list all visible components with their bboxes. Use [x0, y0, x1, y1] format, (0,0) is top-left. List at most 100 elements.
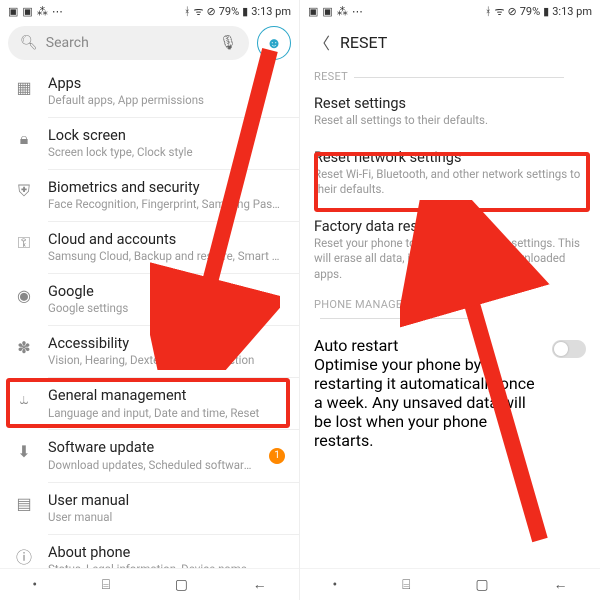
row-sub: Reset your phone to its factory default … — [314, 236, 586, 283]
settings-row-software-update[interactable]: ⬇︎ Software updateDownload updates, Sche… — [0, 430, 299, 481]
wifi-icon: ᯤ — [193, 6, 203, 17]
battery-text: 79% — [219, 5, 239, 18]
status-bar: ▣ ▣ ⁂ ⋯ ᚼ ᯤ ⊘ 79% ▮ 3:13 pm — [0, 0, 299, 22]
battery-icon: ▮ — [543, 6, 549, 17]
nav-recents-icon[interactable]: ⌸ — [102, 577, 110, 593]
reset-row-reset-settings[interactable]: Reset settings Reset all settings to the… — [300, 85, 600, 139]
row-title: Reset network settings — [314, 149, 586, 166]
row-sub: Vision, Hearing, Dexterity and interacti… — [48, 353, 285, 368]
overflow-icon: ⋯ — [352, 6, 363, 17]
page-header: 〈 RESET — [300, 22, 600, 64]
row-title: Software update — [48, 439, 255, 457]
search-row: 🔍︎ Search 🎙︎ ☻ — [0, 22, 299, 66]
row-title: Reset settings — [314, 95, 586, 112]
row-title: Cloud and accounts — [48, 231, 285, 249]
row-title: Auto restart — [314, 336, 544, 355]
wifi-icon: ᯤ — [494, 6, 504, 17]
row-title: Factory data reset — [314, 218, 586, 235]
nav-dot-icon[interactable]: • — [332, 577, 337, 593]
battery-text: 79% — [520, 5, 540, 18]
key-icon: ⚿ — [14, 233, 34, 253]
apps-icon: ▦ — [14, 77, 34, 97]
row-sub: Screen lock type, Clock style — [48, 145, 285, 160]
settings-row-lockscreen[interactable]: 🔒︎ Lock screenScreen lock type, Clock st… — [0, 118, 299, 169]
info-icon: ⓘ — [14, 546, 34, 566]
book-icon: ▤ — [14, 494, 34, 514]
settings-list: ▦ AppsDefault apps, App permissions 🔒︎ L… — [0, 66, 299, 568]
row-title: General management — [48, 387, 285, 405]
nav-home-icon[interactable]: ▢ — [175, 577, 188, 593]
clock-text: 3:13 pm — [251, 5, 291, 18]
search-placeholder: Search — [46, 35, 89, 51]
back-icon[interactable]: 〈 — [314, 30, 330, 54]
row-sub: Status, Legal information, Device name — [48, 562, 285, 568]
settings-main-screen: ▣ ▣ ⁂ ⋯ ᚼ ᯤ ⊘ 79% ▮ 3:13 pm 🔍︎ Search 🎙︎ — [0, 0, 300, 600]
nav-back-icon[interactable]: ← — [554, 576, 568, 593]
row-title: Biometrics and security — [48, 179, 285, 197]
shield-icon: ⛨ — [14, 181, 34, 201]
nav-back-icon[interactable]: ← — [253, 576, 267, 593]
row-sub: Language and input, Date and time, Reset — [48, 406, 285, 421]
row-title: User manual — [48, 492, 285, 510]
nav-bar: • ⌸ ▢ ← — [300, 568, 600, 600]
search-icon: 🔍︎ — [20, 35, 38, 51]
row-sub: Face Recognition, Fingerprint, Samsung P… — [48, 197, 285, 212]
row-title: Accessibility — [48, 335, 285, 353]
no-sim-icon: ⊘ — [508, 6, 517, 17]
overflow-icon: ⋯ — [52, 6, 63, 17]
lock-icon: 🔒︎ — [14, 129, 34, 149]
row-sub: Default apps, App permissions — [48, 93, 285, 108]
settings-row-user-manual[interactable]: ▤ User manualUser manual — [0, 483, 299, 534]
clock-text: 3:13 pm — [552, 5, 592, 18]
nav-recents-icon[interactable]: ⌸ — [402, 577, 410, 593]
row-sub: Reset all settings to their defaults. — [314, 113, 586, 129]
settings-row-general-management[interactable]: ⥿ General managementLanguage and input, … — [0, 378, 299, 429]
screenshot-icon: ▣ — [8, 6, 18, 17]
mic-icon[interactable]: 🎙︎ — [219, 35, 237, 51]
auto-restart-toggle[interactable] — [552, 340, 586, 358]
more-icon: ⁂ — [37, 6, 48, 17]
download-icon: ⬇︎ — [14, 441, 34, 461]
battery-icon: ▮ — [242, 6, 248, 17]
row-sub: Download updates, Scheduled software… — [48, 458, 255, 473]
row-sub: Samsung Cloud, Backup and restore, Smart… — [48, 249, 285, 264]
settings-row-google[interactable]: ◉ GoogleGoogle settings — [0, 274, 299, 325]
screenshot-icon: ▣ — [22, 6, 32, 17]
settings-row-cloud[interactable]: ⚿ Cloud and accountsSamsung Cloud, Backu… — [0, 222, 299, 273]
auto-restart-row[interactable]: Auto restart Optimise your phone by rest… — [300, 326, 600, 460]
reset-row-factory-reset[interactable]: Factory data reset Reset your phone to i… — [300, 208, 600, 293]
accessibility-icon: ✽ — [14, 337, 34, 357]
reset-row-network-settings[interactable]: Reset network settings Reset Wi-Fi, Blue… — [300, 139, 600, 208]
row-sub: User manual — [48, 510, 285, 525]
row-title: Lock screen — [48, 127, 285, 145]
update-badge: 1 — [269, 448, 285, 464]
sliders-icon: ⥿ — [14, 389, 34, 409]
nav-bar: • ⌸ ▢ ← — [0, 568, 299, 600]
screenshot-icon: ▣ — [322, 6, 332, 17]
reset-screen: ▣ ▣ ⁂ ⋯ ᚼ ᯤ ⊘ 79% ▮ 3:13 pm 〈 RESET RESE… — [300, 0, 600, 600]
section-label-reset: RESET — [300, 64, 600, 85]
search-input[interactable]: 🔍︎ Search 🎙︎ — [8, 26, 249, 60]
more-icon: ⁂ — [337, 6, 348, 17]
google-icon: ◉ — [14, 285, 34, 305]
bluetooth-icon: ᚼ — [184, 6, 191, 17]
nav-home-icon[interactable]: ▢ — [475, 577, 488, 593]
settings-row-biometrics[interactable]: ⛨ Biometrics and securityFace Recognitio… — [0, 170, 299, 221]
row-sub: Google settings — [48, 301, 285, 316]
no-sim-icon: ⊘ — [207, 6, 216, 17]
row-sub: Optimise your phone by restarting it aut… — [314, 355, 544, 450]
person-icon: ☻ — [266, 34, 282, 52]
status-bar: ▣ ▣ ⁂ ⋯ ᚼ ᯤ ⊘ 79% ▮ 3:13 pm — [300, 0, 600, 22]
bluetooth-icon: ᚼ — [485, 6, 492, 17]
row-sub: Reset Wi-Fi, Bluetooth, and other networ… — [314, 167, 586, 198]
settings-row-accessibility[interactable]: ✽ AccessibilityVision, Hearing, Dexterit… — [0, 326, 299, 377]
profile-button[interactable]: ☻ — [257, 26, 291, 60]
settings-row-about-phone[interactable]: ⓘ About phoneStatus, Legal information, … — [0, 535, 299, 568]
settings-row-apps[interactable]: ▦ AppsDefault apps, App permissions — [0, 66, 299, 117]
row-title: About phone — [48, 544, 285, 562]
page-title: RESET — [340, 33, 387, 52]
section-label-phone-management: PHONE MANAGEMENT — [300, 292, 600, 326]
row-title: Apps — [48, 75, 285, 93]
nav-dot-icon[interactable]: • — [32, 577, 37, 593]
row-title: Google — [48, 283, 285, 301]
